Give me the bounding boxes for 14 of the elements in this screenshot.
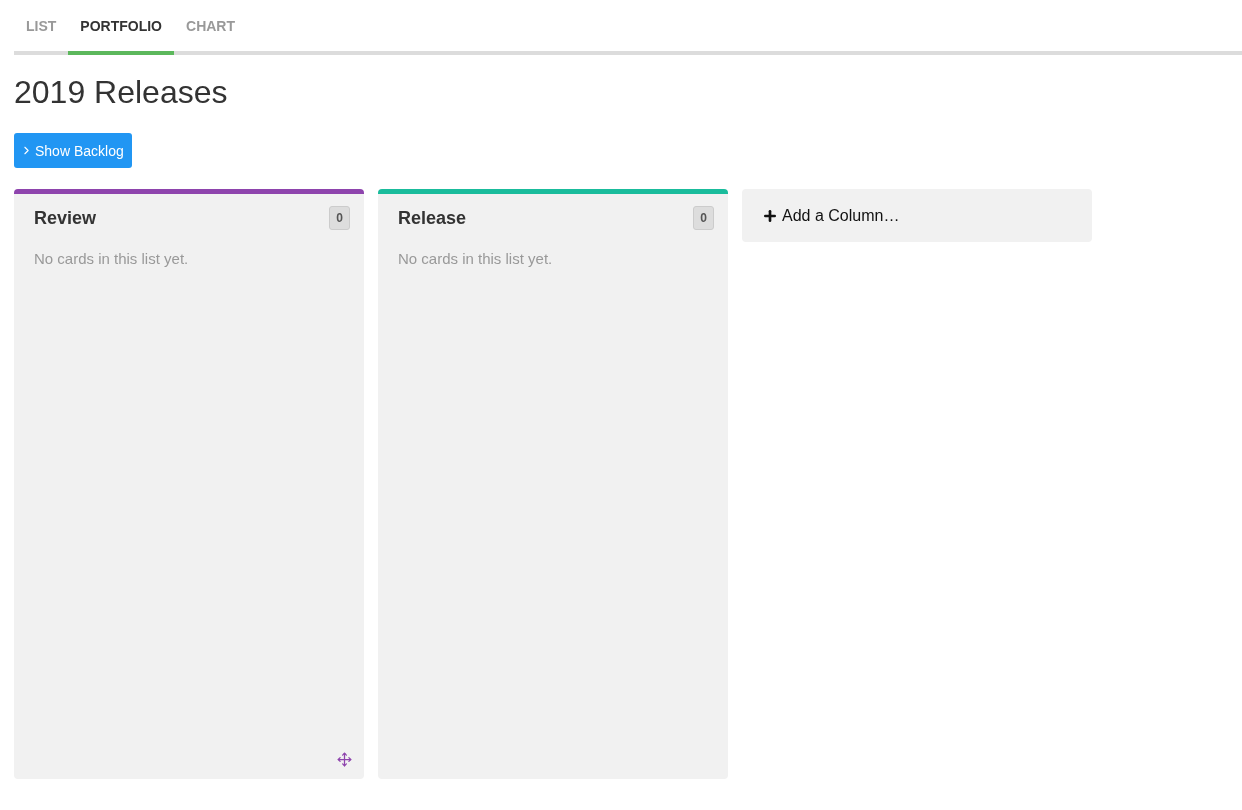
empty-message: No cards in this list yet. — [398, 250, 554, 267]
card-count: 0 — [693, 206, 714, 230]
empty-message: No cards in this list yet. — [34, 250, 190, 267]
card-count: 0 — [329, 206, 350, 230]
move-icon[interactable] — [337, 752, 352, 767]
column-title: Review — [34, 207, 97, 229]
add-column-button[interactable]: Add a Column… — [742, 189, 1092, 242]
show-backlog-button[interactable]: Show Backlog — [14, 133, 132, 168]
page-title: 2019 Releases — [14, 75, 229, 109]
tab[interactable]: CHART — [174, 0, 247, 55]
plus-icon — [762, 207, 778, 224]
tab[interactable]: PORTFOLIO — [68, 0, 174, 55]
column-title: Release — [398, 207, 467, 229]
tab[interactable]: LIST — [14, 0, 69, 55]
